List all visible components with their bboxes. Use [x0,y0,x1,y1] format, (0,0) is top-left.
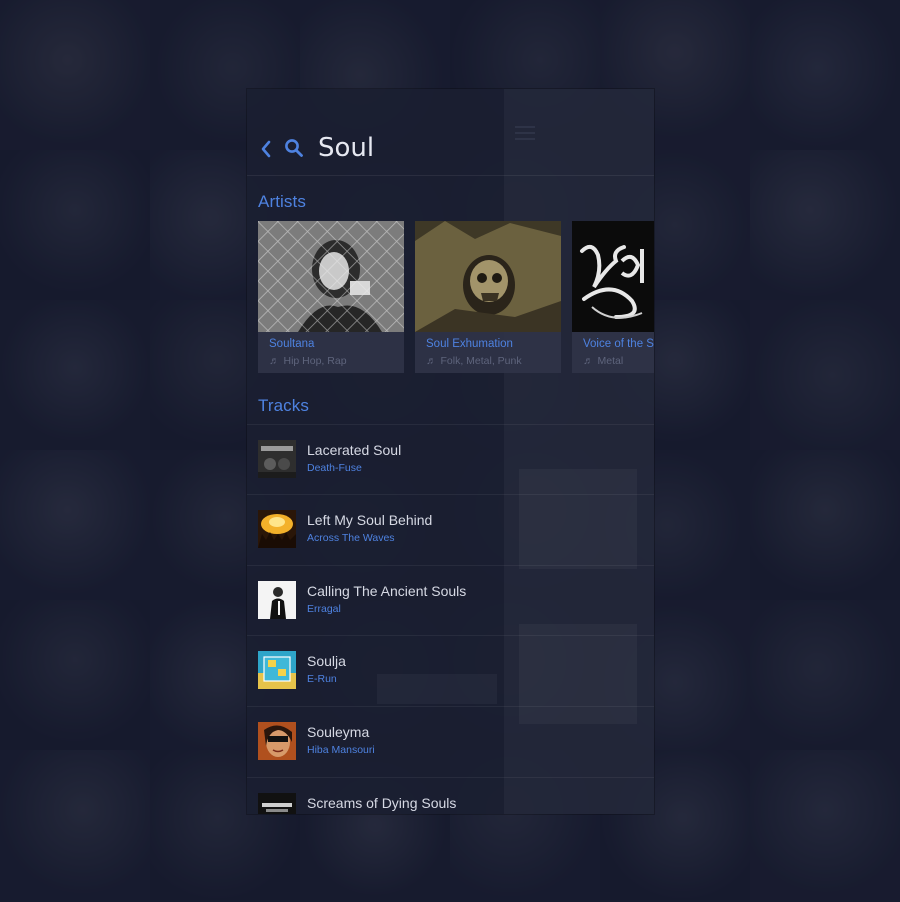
artist-photo [572,221,654,332]
track-thumbnail [258,651,296,689]
track-row[interactable]: Screams of Dying Souls [247,777,654,814]
track-artist[interactable]: E-Run [307,673,337,685]
track-title: Souleyma [307,724,370,740]
artist-card[interactable]: Soul Exhumation ♬ Folk, Metal, Punk [415,221,561,373]
search-query-input[interactable]: Soul [318,128,638,168]
artists-carousel[interactable]: Soultana ♬ Hip Hop, Rap Soul Exhumation … [258,221,654,373]
track-artist[interactable]: Death-Fuse [307,462,362,474]
track-artist[interactable]: Hiba Mansouri [307,744,375,756]
search-button[interactable] [281,134,307,162]
tracks-section-title: Tracks [258,396,309,415]
artist-genres-text: Hip Hop, Rap [283,355,347,367]
track-title: Left My Soul Behind [307,512,433,528]
music-note-icon: ♬ [426,355,437,367]
track-thumbnail [258,510,296,548]
track-title: Calling The Ancient Souls [307,583,467,599]
artist-photo [415,221,561,332]
chevron-left-icon [261,140,271,158]
track-row[interactable]: Left My Soul Behind Across The Waves [247,494,654,565]
track-thumbnail [258,581,296,619]
artist-name: Voice of the S [583,338,654,350]
artists-section-title: Artists [258,192,306,211]
track-thumbnail [258,793,296,814]
track-row[interactable]: Souleyma Hiba Mansouri [247,706,654,777]
track-thumbnail [258,722,296,760]
track-title: Lacerated Soul [307,442,402,458]
search-icon [285,139,303,157]
artist-genres-text: Folk, Metal, Punk [440,355,522,367]
artist-genres: ♬ Metal [583,355,623,367]
track-row[interactable]: Soulja E-Run [247,635,654,706]
artist-genres: ♬ Folk, Metal, Punk [426,355,522,367]
track-title: Soulja [307,653,346,669]
artist-card[interactable]: Soultana ♬ Hip Hop, Rap [258,221,404,373]
artist-genres: ♬ Hip Hop, Rap [269,355,347,367]
music-note-icon: ♬ [583,355,594,367]
track-row[interactable]: Calling The Ancient Souls Erragal [247,565,654,636]
artist-card[interactable]: Voice of the S ♬ Metal [572,221,654,373]
track-title: Screams of Dying Souls [307,795,457,811]
artist-genres-text: Metal [597,355,624,367]
track-thumbnail [258,440,296,478]
artist-name: Soul Exhumation [426,338,513,350]
track-artist[interactable]: Erragal [307,603,341,615]
search-header: Soul [247,89,654,176]
back-button[interactable] [253,132,279,166]
track-artist[interactable]: Across The Waves [307,532,395,544]
search-overlay-panel: Soul Artists Soultana ♬ Hip Hop, Rap Sou… [247,89,654,814]
track-row[interactable]: Lacerated Soul Death-Fuse [247,424,654,495]
music-note-icon: ♬ [269,355,280,367]
artist-photo [258,221,404,332]
artist-name: Soultana [269,338,315,350]
